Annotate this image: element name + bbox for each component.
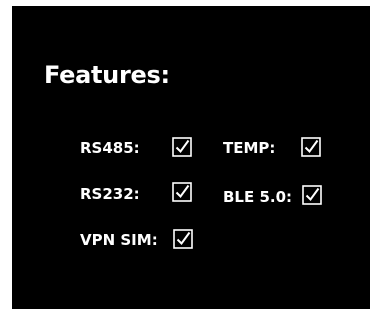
- feature-label-ble: BLE 5.0:: [223, 188, 293, 206]
- feature-label-rs232: RS232:: [80, 185, 140, 203]
- checked-box-icon: [301, 137, 321, 157]
- feature-label-rs485: RS485:: [80, 139, 140, 157]
- features-panel: Features: RS485: TEMP: RS232: BLE 5.0: V…: [12, 6, 370, 309]
- checked-box-icon: [302, 185, 322, 205]
- feature-label-vpn-sim: VPN SIM:: [80, 231, 158, 249]
- checked-box-icon: [172, 137, 192, 157]
- features-title: Features:: [44, 61, 170, 89]
- checked-box-icon: [172, 182, 192, 202]
- checked-box-icon: [173, 229, 193, 249]
- feature-label-temp: TEMP:: [223, 139, 276, 157]
